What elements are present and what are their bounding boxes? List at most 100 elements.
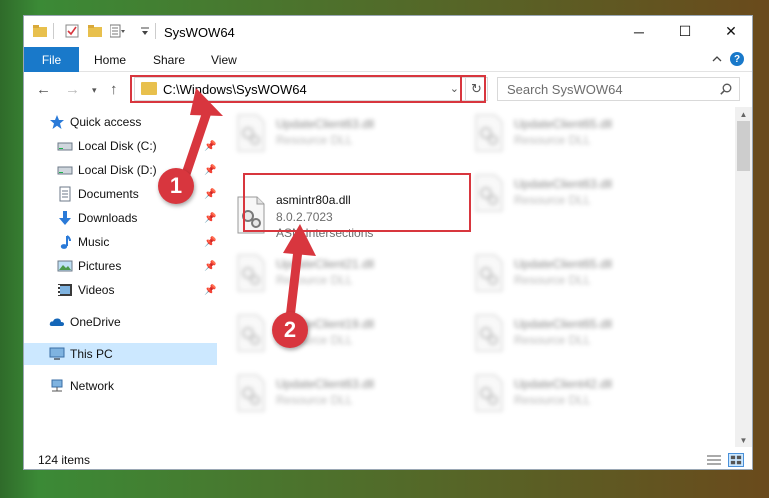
search-icon [720, 83, 732, 95]
star-icon [50, 115, 64, 129]
sidebar-item-pictures[interactable]: Pictures 📌 [24, 255, 217, 277]
status-bar: 124 items [24, 450, 752, 469]
scroll-down-icon[interactable]: ▼ [735, 433, 752, 447]
pin-icon[interactable]: 📌 [204, 285, 216, 296]
dll-file-icon [475, 114, 503, 152]
file-highlight-box [243, 173, 471, 232]
close-button[interactable]: ✕ [708, 16, 752, 47]
sidebar-item-label: Music [78, 235, 110, 249]
computer-icon [49, 347, 65, 360]
drive-icon [57, 166, 73, 175]
refresh-highlight-box [460, 75, 486, 103]
file-name: UpdateClient42.dll [514, 377, 613, 391]
file-tile[interactable]: UpdateClient63.dll Resource DLL [465, 165, 695, 223]
dll-file-icon [237, 114, 265, 152]
sidebar-item-label: Videos [78, 283, 115, 297]
sidebar-item-downloads[interactable]: Downloads 📌 [24, 207, 217, 229]
back-arrow-icon[interactable]: ← [36, 81, 51, 98]
file-name: UpdateClient63.dll [276, 377, 375, 391]
tab-view[interactable]: View [211, 53, 237, 67]
help-button[interactable]: ? [730, 52, 744, 66]
pin-icon[interactable]: 📌 [204, 189, 216, 200]
expand-ribbon-icon[interactable] [712, 54, 722, 64]
chevron-down-icon[interactable] [140, 24, 150, 38]
file-type: Resource DLL [276, 133, 353, 147]
file-name: UpdateClient65.dll [514, 117, 613, 131]
new-folder-icon[interactable] [88, 24, 102, 38]
file-explorer-window: SysWOW64 ─ ☐ ✕ File Home Share View ? ← … [23, 15, 753, 470]
dll-file-icon [475, 374, 503, 412]
scroll-up-icon[interactable]: ▲ [735, 107, 752, 121]
dll-file-icon [237, 374, 265, 412]
navigation-pane: Quick access Local Disk (C:) 📌 Local Dis… [24, 111, 217, 446]
file-name: UpdateClient21.dll [276, 257, 375, 271]
folder-icon [33, 25, 47, 37]
network-icon [51, 379, 63, 392]
file-tile[interactable]: UpdateClient65.dll Resource DLL [465, 305, 695, 363]
sidebar-item-label: OneDrive [70, 315, 121, 329]
file-tile[interactable]: UpdateClient65.dll Resource DLL [465, 245, 695, 303]
up-arrow-icon[interactable]: ↑ [110, 81, 118, 98]
dll-file-icon [237, 314, 265, 352]
dll-file-icon [475, 174, 503, 212]
forward-arrow-icon[interactable]: → [65, 81, 80, 98]
sidebar-item-label: Quick access [70, 115, 142, 129]
sidebar-item-this-pc[interactable]: This PC [24, 343, 217, 365]
vertical-scrollbar[interactable]: ▲ ▼ [735, 107, 752, 447]
file-tile[interactable]: UpdateClient19.dll Resource DLL [227, 305, 457, 363]
sidebar-item-network[interactable]: Network [24, 375, 217, 397]
videos-icon [58, 284, 72, 296]
sidebar-item-music[interactable]: Music 📌 [24, 231, 217, 253]
pin-icon[interactable]: 📌 [204, 213, 216, 224]
step-2-badge: 2 [272, 312, 308, 348]
tab-share[interactable]: Share [153, 53, 185, 67]
file-type: Resource DLL [514, 333, 591, 347]
pin-icon[interactable]: 📌 [204, 261, 216, 272]
sidebar-item-label: Pictures [78, 259, 122, 273]
title-bar: SysWOW64 ─ ☐ ✕ [24, 16, 752, 47]
customize-toolbar-icon[interactable] [110, 24, 126, 38]
file-list: UpdateClient63.dll Resource DLL asmintr8… [217, 105, 734, 446]
file-name: UpdateClient63.dll [276, 117, 375, 131]
quick-access-separator [53, 23, 54, 39]
tab-file[interactable]: File [24, 47, 79, 72]
file-tile[interactable]: UpdateClient21.dll Resource DLL [227, 245, 457, 303]
file-type: Resource DLL [514, 273, 591, 287]
file-tile[interactable]: UpdateClient42.dll Resource DLL [465, 365, 695, 423]
title-separator [155, 23, 156, 39]
file-tile[interactable]: UpdateClient65.dll Resource DLL [465, 105, 695, 163]
pin-icon[interactable]: 📌 [204, 141, 216, 152]
details-view-icon[interactable] [706, 453, 722, 467]
file-type: Resource DLL [514, 193, 591, 207]
sidebar-item-videos[interactable]: Videos 📌 [24, 279, 217, 301]
pin-icon[interactable]: 📌 [204, 237, 216, 248]
pin-icon[interactable]: 📌 [204, 165, 216, 176]
sidebar-item-label: Network [70, 379, 115, 393]
maximize-button[interactable]: ☐ [662, 16, 708, 47]
file-type: Resource DLL [514, 133, 591, 147]
file-name: UpdateClient65.dll [514, 257, 613, 271]
scroll-thumb[interactable] [737, 121, 750, 171]
search-input[interactable]: Search SysWOW64 [507, 82, 623, 97]
pictures-icon [57, 260, 73, 272]
sidebar-item-quick-access[interactable]: Quick access [24, 111, 217, 133]
file-type: Resource DLL [276, 393, 353, 407]
dll-file-icon [475, 314, 503, 352]
minimize-button[interactable]: ─ [616, 16, 662, 47]
properties-icon[interactable] [65, 24, 79, 38]
tiles-view-icon[interactable] [728, 453, 744, 467]
documents-icon [59, 186, 71, 202]
file-tile[interactable]: UpdateClient63.dll Resource DLL [227, 105, 457, 163]
file-tile[interactable]: UpdateClient63.dll Resource DLL [227, 365, 457, 423]
tab-home[interactable]: Home [94, 53, 126, 67]
step-1-badge: 1 [158, 168, 194, 204]
sidebar-item-local-disk-c[interactable]: Local Disk (C:) 📌 [24, 135, 217, 157]
ribbon-tabs: File Home Share View ? [24, 47, 752, 72]
file-type: Resource DLL [276, 273, 353, 287]
cloud-icon [49, 318, 64, 326]
recent-locations-icon[interactable]: ▾ [92, 85, 97, 96]
sidebar-item-label: Local Disk (C:) [78, 139, 157, 153]
search-box[interactable]: Search SysWOW64 [497, 77, 740, 101]
file-type: Resource DLL [514, 393, 591, 407]
sidebar-item-onedrive[interactable]: OneDrive [24, 311, 217, 333]
